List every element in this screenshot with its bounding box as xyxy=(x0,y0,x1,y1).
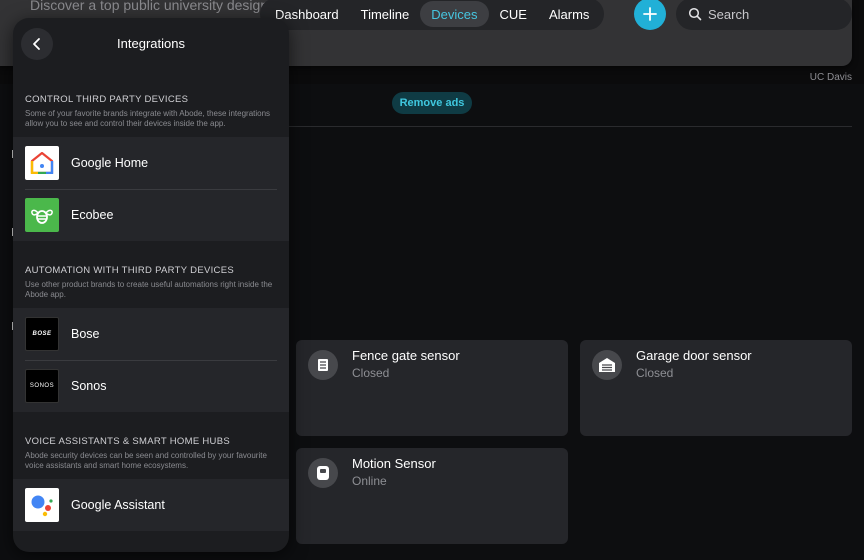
plus-icon xyxy=(643,7,657,21)
tab-timeline[interactable]: Timeline xyxy=(350,1,421,27)
ad-text: Discover a top public university designe… xyxy=(30,0,300,13)
ecobee-logo xyxy=(25,198,59,232)
device-name: Fence gate sensor xyxy=(352,348,460,363)
ad-source: UC Davis xyxy=(809,72,852,83)
integration-label: Google Assistant xyxy=(71,498,165,512)
remove-ads-button[interactable]: Remove ads xyxy=(392,92,472,114)
device-status: Closed xyxy=(352,366,390,380)
section-voice-assistants: VOICE ASSISTANTS & SMART HOME HUBS Abode… xyxy=(13,412,289,531)
tab-alarms[interactable]: Alarms xyxy=(538,1,600,27)
section-description: Some of your favorite brands integrate w… xyxy=(25,109,271,128)
section-description: Abode security devices can be seen and c… xyxy=(25,451,267,470)
device-card-motion-sensor[interactable]: Motion Sensor Online xyxy=(296,448,568,544)
garage-icon xyxy=(592,350,622,380)
section-title: CONTROL THIRD PARTY DEVICES xyxy=(25,94,189,105)
device-status: Online xyxy=(352,474,387,488)
device-card-fence-gate[interactable]: Fence gate sensor Closed xyxy=(296,340,568,436)
sonos-logo: SONOS xyxy=(25,369,59,403)
integration-item-google-home[interactable]: Google Home xyxy=(13,137,289,189)
section-title: AUTOMATION WITH THIRD PARTY DEVICES xyxy=(25,265,234,276)
integrations-panel: Integrations CONTROL THIRD PARTY DEVICES… xyxy=(13,18,289,552)
device-name: Garage door sensor xyxy=(636,348,752,363)
integration-label: Sonos xyxy=(71,379,107,393)
device-name: Motion Sensor xyxy=(352,456,436,471)
search-placeholder: Search xyxy=(708,6,750,22)
google-home-logo xyxy=(25,146,59,180)
tab-devices[interactable]: Devices xyxy=(420,1,489,27)
search-box[interactable]: Search xyxy=(676,0,852,30)
integration-item-google-assistant[interactable]: Google Assistant xyxy=(13,479,289,531)
integration-label: Google Home xyxy=(71,156,149,170)
section-description: Use other product brands to create usefu… xyxy=(25,280,273,299)
google-assistant-logo xyxy=(25,488,59,522)
integration-item-ecobee[interactable]: Ecobee xyxy=(13,189,289,241)
search-icon xyxy=(688,7,702,21)
section-automation: AUTOMATION WITH THIRD PARTY DEVICES Use … xyxy=(13,241,289,412)
section-title: VOICE ASSISTANTS & SMART HOME HUBS xyxy=(25,436,230,447)
motion-sensor-icon xyxy=(308,458,338,488)
integration-label: Bose xyxy=(71,327,100,341)
panel-title: Integrations xyxy=(117,36,185,51)
top-nav: Dashboard Timeline Devices CUE Alarms xyxy=(260,0,604,30)
section-control-third-party: CONTROL THIRD PARTY DEVICES Some of your… xyxy=(13,94,289,241)
divider xyxy=(288,126,852,127)
tab-cue[interactable]: CUE xyxy=(489,1,538,27)
integration-item-bose[interactable]: BOSE Bose xyxy=(13,308,289,360)
door-sensor-icon xyxy=(308,350,338,380)
integration-label: Ecobee xyxy=(71,208,114,222)
integration-item-sonos[interactable]: SONOS Sonos xyxy=(13,360,289,412)
bose-logo: BOSE xyxy=(25,317,59,351)
device-status: Closed xyxy=(636,366,674,380)
panel-header: Integrations xyxy=(13,18,289,94)
device-card-garage-door[interactable]: Garage door sensor Closed xyxy=(580,340,852,436)
